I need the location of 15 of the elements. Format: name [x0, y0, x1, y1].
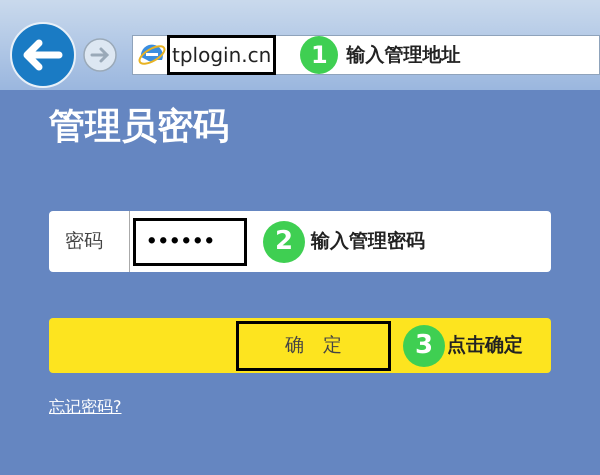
- step-label: 输入管理地址: [346, 42, 460, 68]
- page-title: 管理员密码: [49, 105, 230, 149]
- password-label: 密码: [64, 229, 104, 254]
- step-number-badge: 2: [263, 220, 305, 262]
- forgot-password-link[interactable]: 忘记密码?: [49, 395, 122, 419]
- address-bar[interactable]: tplogin.cn 1 输入管理地址: [132, 35, 600, 75]
- password-value: ••••••: [146, 230, 216, 254]
- step-label: 输入管理密码: [311, 229, 425, 254]
- password-field[interactable]: ••••••: [133, 218, 247, 266]
- step-label: 点击确定: [447, 333, 523, 358]
- step-number-badge: 3: [403, 324, 445, 366]
- step-number-badge: 1: [300, 36, 338, 74]
- confirm-button[interactable]: 确 定: [236, 320, 391, 370]
- url-text: tplogin.cn: [172, 42, 272, 69]
- back-button[interactable]: [10, 22, 76, 88]
